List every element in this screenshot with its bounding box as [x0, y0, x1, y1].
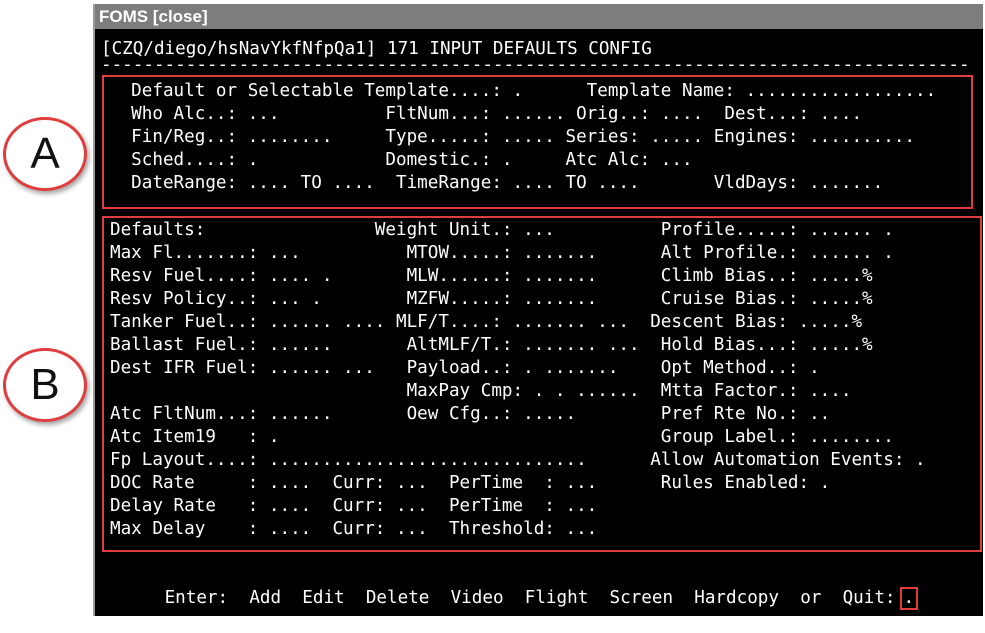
video-command[interactable]: Video	[451, 588, 504, 608]
screen-command[interactable]: Screen	[610, 588, 674, 608]
resv-fuel-line: Resv Fuel....: .... . MLW......: .......…	[110, 266, 873, 286]
hardcopy-command[interactable]: Hardcopy	[694, 588, 779, 608]
separator-line: ----------------------------------------…	[101, 55, 971, 75]
date-range-line: DateRange: .... TO .... TimeRange: .... …	[110, 173, 884, 193]
sched-line: Sched....: . Domestic.: . Atc Alc: ...	[110, 150, 693, 170]
defaults-line: Defaults: Weight Unit.: ... Profile.....…	[110, 220, 894, 240]
atc-item19-line: Atc Item19 : . Group Label.: ........	[110, 427, 894, 447]
callout-a-label: A	[3, 117, 87, 191]
delete-command[interactable]: Delete	[366, 588, 430, 608]
edit-command[interactable]: Edit	[302, 588, 344, 608]
delay-rate-line: Delay Rate : .... Curr: ... PerTime : ..…	[110, 496, 598, 516]
quit-command[interactable]: Quit:	[843, 588, 896, 608]
callout-column: A B	[0, 0, 95, 616]
command-prefix: Enter:	[164, 588, 229, 608]
add-command[interactable]: Add	[249, 588, 281, 608]
window-title-bar[interactable]: FOMS [close]	[95, 4, 983, 29]
command-line: Enter: Add Edit Delete Video Flight Scre…	[101, 564, 919, 610]
who-alc-line: Who Alc..: ... FltNum...: ...... Orig..:…	[110, 104, 863, 124]
flight-command[interactable]: Flight	[525, 588, 589, 608]
or-text: or	[800, 588, 822, 608]
tanker-fuel-line: Tanker Fuel..: ...... .... MLF/T....: ..…	[110, 312, 863, 332]
max-fl-line: Max Fl.......: ... MTOW.....: ....... Al…	[110, 243, 894, 263]
max-delay-line: Max Delay : .... Curr: ... Threshold: ..…	[110, 519, 598, 539]
command-input[interactable]: .	[899, 587, 919, 610]
foms-window: FOMS [close] [CZQ/diego/hsNavYkfNfpQa1] …	[93, 4, 983, 616]
resv-policy-line: Resv Policy..: ... . MZFW.....: ....... …	[110, 289, 873, 309]
window-title[interactable]: FOMS [close]	[99, 7, 208, 26]
template-line: Default or Selectable Template....: . Te…	[110, 81, 937, 101]
atc-fltnum-line: Atc FltNum...: ...... Oew Cfg..: ..... P…	[110, 404, 831, 424]
dest-ifr-fuel-line: Dest IFR Fuel: ...... ... Payload..: . .…	[110, 358, 820, 378]
fin-reg-line: Fin/Reg..: ........ Type.....: ..... Ser…	[110, 127, 916, 147]
fp-layout-line: Fp Layout....: .........................…	[110, 450, 926, 470]
maxpay-cmp-line: MaxPay Cmp: . . ...... Mtta Factor.: ...…	[110, 381, 852, 401]
doc-rate-line: DOC Rate : .... Curr: ... PerTime : ... …	[110, 473, 831, 493]
ballast-fuel-line: Ballast Fuel.: ...... AltMLF/T.: .......…	[110, 335, 873, 355]
terminal-screen: [CZQ/diego/hsNavYkfNfpQa1] 171 INPUT DEF…	[95, 29, 983, 616]
callout-b-label: B	[3, 348, 87, 422]
